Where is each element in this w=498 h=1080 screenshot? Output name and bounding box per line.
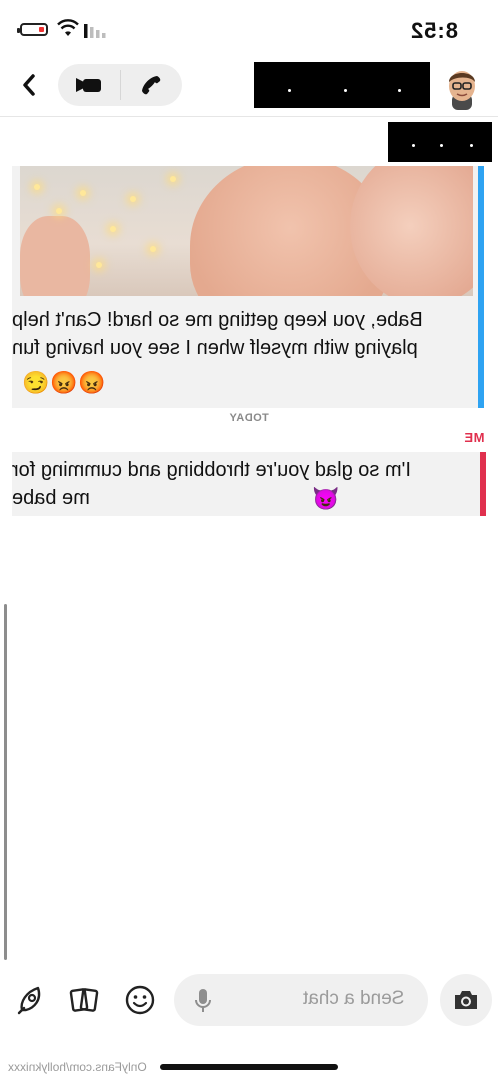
call-controls [58, 64, 182, 106]
message-photo[interactable] [20, 166, 473, 296]
voice-call-button[interactable] [121, 64, 183, 106]
chat-input[interactable]: Send a chat [174, 974, 428, 1026]
video-call-button[interactable] [58, 64, 120, 106]
emoji-row: 😏 😡 😡 [22, 370, 106, 396]
incoming-message[interactable]: Babe, you keep getting me so hard! Can't… [12, 166, 478, 408]
cards-button[interactable] [66, 982, 102, 1018]
smirk-emoji: 😏 [22, 370, 50, 395]
composer-bar: Send a chat [0, 966, 498, 1036]
emoji-button[interactable] [122, 982, 158, 1018]
incoming-accent-bar [478, 166, 484, 408]
phone-icon [142, 76, 161, 95]
smiley-icon [125, 985, 155, 1015]
bitmoji-avatar[interactable] [438, 62, 486, 110]
sender-label: ME [463, 430, 485, 445]
cards-icon [69, 988, 99, 1012]
camera-button[interactable] [440, 974, 492, 1026]
signal-icon [84, 24, 106, 38]
chat-placeholder: Send a chat [302, 988, 404, 1009]
angry-face-emoji: 😡 [78, 370, 106, 395]
angry-face-emoji: 😡 [50, 370, 78, 395]
date-divider: TODAY [229, 412, 269, 424]
video-camera-icon [75, 78, 101, 92]
chevron-left-icon [23, 74, 35, 96]
devil-emoji: 😈 [312, 486, 340, 511]
status-bar: 8:52 [0, 0, 498, 56]
scrollbar[interactable] [4, 604, 7, 960]
rocket-button[interactable] [14, 982, 50, 1018]
redacted-label [388, 122, 492, 162]
microphone-icon[interactable] [194, 988, 212, 1014]
watermark-text: OnlyFans.com/hollyknixxx [8, 1060, 147, 1074]
back-button[interactable] [12, 66, 46, 104]
battery-icon [17, 23, 48, 36]
message-text: Babe, you keep getting me so hard! Can't… [12, 309, 423, 359]
home-indicator[interactable] [160, 1064, 338, 1070]
rocket-icon [17, 986, 41, 1015]
camera-icon [455, 991, 477, 1009]
clock-time: 8:52 [409, 18, 458, 43]
redacted-contact-name [254, 62, 430, 108]
wifi-icon [57, 19, 79, 36]
chat-header [0, 56, 498, 117]
message-text: I'm so glad you're throbbing and cumming… [12, 459, 411, 509]
outgoing-accent-bar [480, 452, 486, 516]
outgoing-message[interactable]: I'm so glad you're throbbing and cumming… [12, 452, 480, 516]
